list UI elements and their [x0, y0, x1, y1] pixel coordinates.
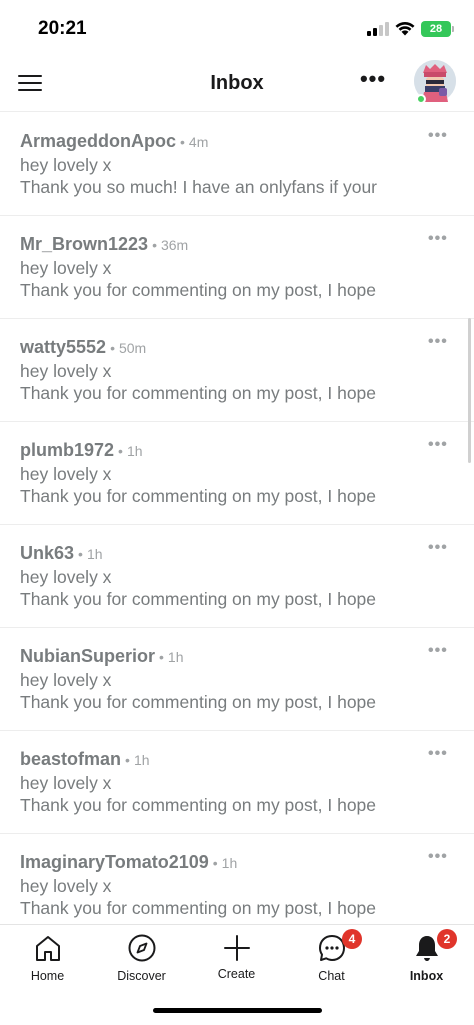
message-header: beastofman • 1h	[20, 749, 150, 770]
tab-label: Create	[217, 967, 256, 981]
more-horizontal-icon[interactable]: •••	[428, 334, 452, 351]
more-horizontal-icon[interactable]: •••	[428, 746, 452, 763]
more-horizontal-icon[interactable]: •••	[428, 437, 452, 454]
message-time: 1h	[167, 649, 184, 665]
message-header: Unk63 • 1h	[20, 543, 103, 564]
message-subject: hey lovely x	[20, 670, 112, 690]
separator-dot: •	[180, 134, 185, 150]
tab-chat[interactable]: 4 Chat	[284, 925, 379, 995]
message-item[interactable]: beastofman • 1h hey lovely x Thank you for…	[0, 731, 474, 834]
message-preview: Thank you for commenting on my post, I h…	[20, 280, 377, 300]
scrollbar[interactable]	[468, 318, 471, 463]
message-list[interactable]: ArmageddonApoc • 4m hey lovely x Thank you…	[0, 113, 474, 924]
tab-label: Home	[30, 969, 65, 983]
more-horizontal-icon[interactable]: •••	[428, 231, 452, 248]
tab-discover[interactable]: Discover	[94, 925, 189, 995]
separator-dot: •	[110, 340, 115, 356]
message-preview: Thank you so much! I have an onlyfans if…	[20, 177, 377, 197]
separator-dot: •	[78, 546, 83, 562]
online-status-dot	[416, 94, 426, 104]
message-header: watty5552 • 50m	[20, 337, 146, 358]
wifi-icon	[395, 21, 415, 36]
cellular-signal-icon	[367, 22, 389, 36]
more-horizontal-icon[interactable]: •••	[428, 643, 452, 660]
message-time: 36m	[160, 237, 189, 253]
message-item[interactable]: plumb1972 • 1h hey lovely x Thank you for …	[0, 422, 474, 525]
home-indicator	[153, 1008, 322, 1013]
tab-inbox[interactable]: 2 Inbox	[379, 925, 474, 995]
message-username[interactable]: Unk63	[20, 543, 74, 563]
separator-dot: •	[212, 855, 218, 871]
message-preview: Thank you for commenting on my post, I h…	[20, 486, 377, 506]
more-horizontal-icon[interactable]: •••	[428, 540, 452, 557]
message-time: 1h	[221, 855, 238, 871]
message-time: 50m	[118, 340, 147, 356]
message-username[interactable]: watty5552	[20, 337, 106, 357]
message-item[interactable]: Mr_Brown1223 • 36m hey lovely x Thank you …	[0, 216, 474, 319]
page-title: Inbox	[210, 72, 264, 94]
message-preview: Thank you for commenting on my post, I h…	[20, 898, 377, 918]
message-item[interactable]: Unk63 • 1h hey lovely x Thank you for comm…	[0, 525, 474, 628]
message-header: Mr_Brown1223 • 36m	[20, 234, 188, 255]
message-preview: Thank you for commenting on my post, I h…	[20, 383, 377, 403]
message-time: 1h	[126, 443, 143, 459]
message-item[interactable]: ImaginaryTomato2109 • 1h hey lovely x Than…	[0, 834, 474, 924]
more-horizontal-icon[interactable]: •••	[357, 68, 389, 94]
message-time: 1h	[133, 752, 150, 768]
inbox-badge: 2	[437, 929, 457, 949]
message-username[interactable]: NubianSuperior	[20, 646, 155, 666]
app-header: Inbox •••	[0, 56, 474, 112]
chat-badge: 4	[342, 929, 362, 949]
message-username[interactable]: plumb1972	[20, 440, 114, 460]
plus-icon	[224, 935, 250, 961]
message-username[interactable]: ArmageddonApoc	[20, 131, 176, 151]
battery-indicator: 28	[421, 21, 451, 37]
message-item[interactable]: NubianSuperior • 1h hey lovely x Thank you…	[0, 628, 474, 731]
message-subject: hey lovely x	[20, 876, 112, 896]
message-preview: Thank you for commenting on my post, I h…	[20, 692, 377, 712]
message-username[interactable]: ImaginaryTomato2109	[20, 852, 209, 872]
status-bar: 20:21 28	[0, 0, 474, 56]
compass-icon	[128, 934, 156, 962]
message-subject: hey lovely x	[20, 567, 112, 587]
message-preview: Thank you for commenting on my post, I h…	[20, 589, 377, 609]
separator-dot: •	[159, 649, 164, 665]
message-header: NubianSuperior • 1h	[20, 646, 184, 667]
tab-label: Chat	[318, 969, 345, 983]
message-subject: hey lovely x	[20, 155, 112, 175]
tab-create[interactable]: Create	[189, 925, 284, 995]
separator-dot: •	[152, 237, 157, 253]
message-header: ArmageddonApoc • 4m	[20, 131, 208, 152]
message-preview: Thank you for commenting on my post, I h…	[20, 795, 377, 815]
battery-cap	[452, 26, 454, 32]
message-username[interactable]: Mr_Brown1223	[20, 234, 148, 254]
status-time: 20:21	[38, 18, 87, 39]
message-time: 1h	[86, 546, 103, 562]
message-item[interactable]: watty5552 • 50m hey lovely x Thank you for…	[0, 319, 474, 422]
message-header: ImaginaryTomato2109 • 1h	[20, 852, 237, 873]
separator-dot: •	[118, 443, 123, 459]
message-item[interactable]: ArmageddonApoc • 4m hey lovely x Thank you…	[0, 113, 474, 216]
more-horizontal-icon[interactable]: •••	[428, 849, 452, 866]
message-subject: hey lovely x	[20, 773, 112, 793]
message-subject: hey lovely x	[20, 258, 112, 278]
tab-home[interactable]: Home	[0, 925, 95, 995]
message-username[interactable]: beastofman	[20, 749, 121, 769]
more-horizontal-icon[interactable]: •••	[428, 128, 452, 145]
message-subject: hey lovely x	[20, 361, 112, 381]
message-header: plumb1972 • 1h	[20, 440, 143, 461]
tab-label: Discover	[117, 969, 166, 983]
home-icon	[36, 936, 60, 961]
tab-label: Inbox	[409, 969, 444, 983]
message-subject: hey lovely x	[20, 464, 112, 484]
separator-dot: •	[125, 752, 130, 768]
message-time: 4m	[188, 134, 209, 150]
